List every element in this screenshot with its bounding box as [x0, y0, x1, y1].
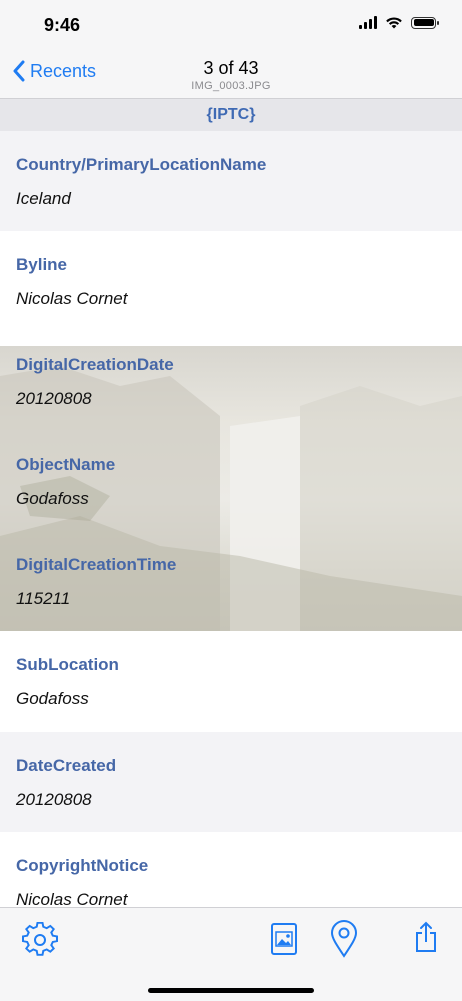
- row-value: 20120808: [16, 790, 92, 809]
- row-key: Byline: [16, 255, 68, 274]
- row-key: CopyrightNotice: [16, 856, 149, 875]
- list-item[interactable]: DigitalCreationDate 20120808: [0, 331, 462, 431]
- metadata-list[interactable]: Country/PrimaryLocationName Iceland Byli…: [0, 131, 462, 907]
- gear-icon[interactable]: [22, 922, 58, 958]
- list-item[interactable]: Country/PrimaryLocationName Iceland: [0, 131, 462, 231]
- list-item[interactable]: CopyrightNotice Nicolas Cornet: [0, 832, 462, 907]
- battery-icon: [411, 16, 439, 29]
- row-value: Nicolas Cornet: [16, 890, 128, 907]
- cellular-signal-icon: [359, 16, 377, 29]
- share-icon[interactable]: [414, 921, 438, 953]
- status-bar: 9:46: [0, 0, 462, 50]
- list-item[interactable]: DateCreated 20120808: [0, 732, 462, 832]
- list-item[interactable]: DigitalCreationTime 115211: [0, 531, 462, 631]
- row-key: DigitalCreationDate: [16, 355, 174, 374]
- status-time: 9:46: [44, 15, 81, 35]
- nav-title: 3 of 43 IMG_0003.JPG: [0, 58, 462, 92]
- home-indicator[interactable]: [148, 988, 314, 993]
- row-value: Godafoss: [16, 489, 89, 508]
- photo-icon[interactable]: [270, 922, 298, 956]
- row-value: 115211: [16, 589, 71, 608]
- list-item[interactable]: SubLocation Godafoss: [0, 631, 462, 731]
- row-value: Nicolas Cornet: [16, 289, 128, 308]
- row-value: Godafoss: [16, 689, 89, 708]
- row-key: Country/PrimaryLocationName: [16, 155, 267, 174]
- row-key: DateCreated: [16, 756, 117, 775]
- page-subtitle: IMG_0003.JPG: [191, 80, 271, 92]
- navigation-bar: Recents 3 of 43 IMG_0003.JPG: [0, 50, 462, 99]
- status-icons: [359, 16, 439, 29]
- list-item[interactable]: Byline Nicolas Cornet: [0, 231, 462, 331]
- bottom-toolbar: [0, 907, 462, 1001]
- wifi-icon: [386, 17, 402, 29]
- row-key: SubLocation: [16, 655, 119, 674]
- row-key: DigitalCreationTime: [16, 555, 177, 574]
- location-pin-icon[interactable]: [330, 920, 358, 958]
- section-header: {IPTC}: [0, 99, 462, 131]
- page-title: 3 of 43: [203, 58, 259, 78]
- row-key: ObjectName: [16, 455, 116, 474]
- row-value: 20120808: [16, 389, 92, 408]
- row-value: Iceland: [16, 189, 71, 208]
- list-item[interactable]: ObjectName Godafoss: [0, 431, 462, 531]
